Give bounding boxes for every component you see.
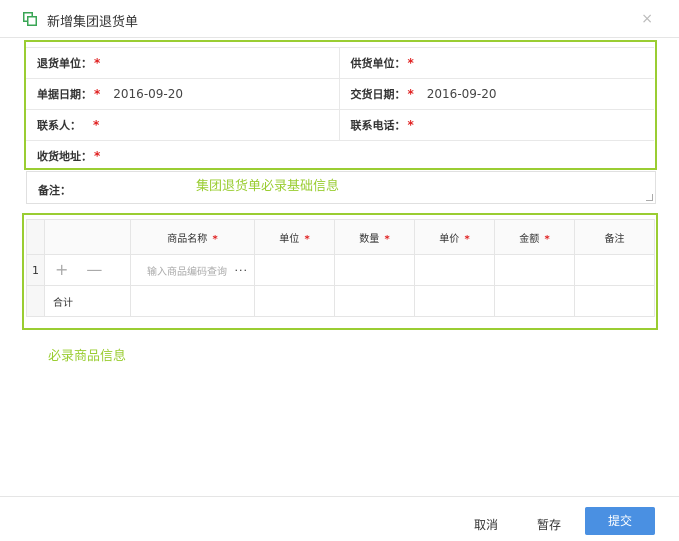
delivery-date-field[interactable]: 交货日期： * 2016-09-20	[339, 78, 654, 110]
column-header-quantity: 数量 *	[334, 219, 415, 255]
row-number-header	[26, 219, 45, 255]
phone-field[interactable]: 联系电话： *	[339, 109, 654, 141]
unit-price-cell[interactable]	[414, 254, 495, 286]
address-field[interactable]: 收货地址： *	[26, 140, 339, 172]
total-row: 合计	[26, 285, 655, 317]
grid-header-row: 商品名称 * 单位 * 数量 * 单价 * 金额 * 备注	[26, 219, 655, 255]
required-mark: *	[93, 118, 100, 132]
add-row-icon[interactable]: +	[55, 262, 68, 278]
resize-handle-icon[interactable]	[646, 194, 653, 201]
required-mark: *	[94, 149, 101, 163]
required-mark: *	[407, 118, 414, 132]
total-amount-cell	[494, 285, 575, 317]
delivery-date-value[interactable]: 2016-09-20	[427, 87, 497, 101]
goods-search-input[interactable]: 输入商品编码查询 ···	[130, 254, 255, 286]
required-mark: *	[407, 56, 414, 70]
column-header-unit: 单位 *	[254, 219, 335, 255]
unit-cell[interactable]	[254, 254, 335, 286]
dialog-title: 新增集团退货单	[47, 15, 139, 30]
cancel-button[interactable]: 取消	[474, 516, 498, 533]
phone-label: 联系电话：	[350, 119, 406, 132]
remark-label: 备注：	[38, 184, 71, 197]
required-mark: *	[407, 87, 414, 101]
total-label: 合计	[44, 285, 131, 317]
column-header-amount: 金额 *	[494, 219, 575, 255]
quantity-cell[interactable]	[334, 254, 415, 286]
goods-info-annotation: 必录商品信息	[48, 349, 127, 364]
total-unit-cell	[254, 285, 335, 317]
address-field-extension[interactable]	[339, 140, 654, 172]
document-icon	[23, 12, 37, 26]
doc-date-field[interactable]: 单据日期： * 2016-09-20	[26, 78, 340, 110]
ops-header	[44, 219, 131, 255]
return-unit-label: 退货单位：	[37, 57, 92, 70]
goods-grid: 商品名称 * 单位 * 数量 * 单价 * 金额 * 备注 1 + — 输入商品编…	[26, 219, 655, 317]
return-unit-field[interactable]: 退货单位： *	[26, 47, 340, 79]
remark-cell[interactable]	[574, 254, 655, 286]
remark-textarea[interactable]: 备注：	[26, 171, 656, 204]
required-mark: *	[94, 87, 101, 101]
contact-field[interactable]: 联系人： *	[26, 109, 340, 141]
basic-info-annotation: 集团退货单必录基础信息	[196, 179, 340, 194]
row-number: 1	[26, 254, 45, 286]
close-icon[interactable]: ×	[641, 12, 653, 26]
basic-info-form: 退货单位： * 供货单位： * 单据日期： * 2016-09-20 交货日期： * 201…	[26, 47, 654, 172]
total-unit-price-cell	[414, 285, 495, 317]
submit-button[interactable]: 提交	[585, 507, 655, 535]
total-goods-cell	[130, 285, 255, 317]
supply-unit-field[interactable]: 供货单位： *	[339, 47, 654, 79]
remove-row-icon[interactable]: —	[86, 262, 102, 278]
dialog-footer: 取消 暂存 提交	[0, 496, 679, 541]
amount-cell[interactable]	[494, 254, 575, 286]
total-quantity-cell	[334, 285, 415, 317]
delivery-date-label: 交货日期：	[350, 88, 406, 101]
row-ops-cell: + —	[44, 254, 131, 286]
column-header-unit-price: 单价 *	[414, 219, 495, 255]
address-label: 收货地址：	[37, 150, 92, 163]
column-header-remark: 备注	[574, 219, 655, 255]
supply-unit-label: 供货单位：	[350, 57, 406, 70]
contact-label: 联系人：	[37, 119, 81, 132]
doc-date-label: 单据日期：	[37, 88, 92, 101]
required-mark: *	[94, 56, 101, 70]
dialog-header: 新增集团退货单 ×	[0, 0, 679, 38]
total-remark-cell	[574, 285, 655, 317]
total-row-number	[26, 285, 45, 317]
goods-search-placeholder: 输入商品编码查询	[147, 266, 227, 278]
doc-date-value[interactable]: 2016-09-20	[113, 87, 183, 101]
more-options-icon[interactable]: ···	[235, 264, 249, 277]
save-draft-button[interactable]: 暂存	[537, 516, 561, 533]
table-row: 1 + — 输入商品编码查询 ···	[26, 254, 655, 286]
column-header-goods-name: 商品名称 *	[130, 219, 255, 255]
